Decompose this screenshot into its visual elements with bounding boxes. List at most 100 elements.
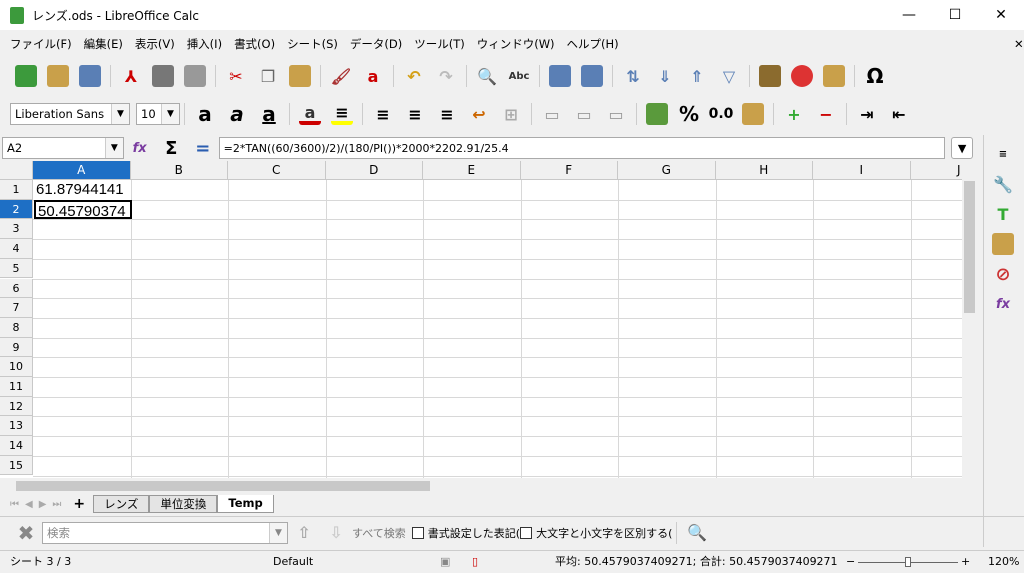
wrap-text-icon[interactable]: ↩ bbox=[468, 103, 490, 125]
formula-icon[interactable]: = bbox=[192, 137, 214, 159]
insert-chart-icon[interactable] bbox=[791, 65, 813, 87]
copy-icon[interactable]: ❐ bbox=[257, 65, 279, 87]
row-header-4[interactable]: 4 bbox=[0, 239, 33, 259]
print-preview-icon[interactable] bbox=[184, 65, 206, 87]
gallery-icon[interactable] bbox=[992, 233, 1014, 255]
currency-icon[interactable] bbox=[646, 103, 668, 125]
properties-icon[interactable]: 🔧 bbox=[992, 173, 1014, 195]
close-find-bar-icon[interactable]: ✖ bbox=[15, 521, 37, 545]
open-icon[interactable] bbox=[47, 65, 69, 87]
sort-ascending-icon[interactable]: ⇑ bbox=[686, 65, 708, 87]
align-center-icon[interactable]: ≡ bbox=[404, 103, 426, 125]
menu-data[interactable]: データ(D) bbox=[350, 36, 402, 52]
row-header-7[interactable]: 7 bbox=[0, 298, 33, 318]
row-header-9[interactable]: 9 bbox=[0, 337, 33, 358]
row-header-10[interactable]: 10 bbox=[0, 357, 33, 377]
sort-icon[interactable]: ⇅ bbox=[622, 65, 644, 87]
row-header-1[interactable]: 1 bbox=[0, 180, 33, 200]
add-decimal-icon[interactable]: + bbox=[783, 103, 805, 125]
align-top-icon[interactable]: ▭ bbox=[541, 103, 563, 125]
cut-icon[interactable]: ✂ bbox=[225, 65, 247, 87]
close-document-button[interactable]: ✕ bbox=[1014, 37, 1024, 51]
new-icon[interactable] bbox=[15, 65, 37, 87]
minimize-button[interactable]: — bbox=[886, 0, 932, 30]
bold-icon[interactable]: a bbox=[194, 102, 216, 126]
find-previous-icon[interactable]: ⇧ bbox=[293, 522, 315, 544]
column-header-D[interactable]: D bbox=[325, 161, 423, 180]
row-header-15[interactable]: 15 bbox=[0, 455, 33, 476]
name-box[interactable]: A2 ▼ bbox=[2, 137, 124, 159]
spelling-icon[interactable]: Abc bbox=[508, 65, 530, 87]
spreadsheet-grid[interactable]: A B C D E F G H I J 1 2 3 4 5 6 7 8 9 10 11 12 13 14 15 61.879441… bbox=[0, 161, 962, 478]
font-name-select[interactable]: Liberation Sans ▼ bbox=[10, 103, 130, 125]
row-header-5[interactable]: 5 bbox=[0, 258, 33, 279]
find-next-icon[interactable]: ⇩ bbox=[325, 522, 347, 544]
percent-icon[interactable]: % bbox=[678, 102, 700, 126]
font-size-select[interactable]: 10 ▼ bbox=[136, 103, 180, 125]
align-left-icon[interactable]: ≡ bbox=[372, 103, 394, 125]
paste-icon[interactable] bbox=[289, 65, 311, 87]
function-wizard-icon[interactable]: fx bbox=[129, 137, 151, 159]
print-icon[interactable] bbox=[152, 65, 174, 87]
formatted-display-checkbox[interactable] bbox=[411, 526, 424, 539]
menu-edit[interactable]: 編集(E) bbox=[84, 36, 123, 52]
match-case-checkbox[interactable] bbox=[520, 526, 533, 539]
add-sheet-button[interactable]: + bbox=[73, 496, 85, 512]
menu-window[interactable]: ウィンドウ(W) bbox=[477, 36, 555, 52]
save-icon[interactable] bbox=[79, 65, 101, 87]
menu-help[interactable]: ヘルプ(H) bbox=[567, 36, 619, 52]
navigator-icon[interactable]: ⊘ bbox=[992, 263, 1014, 285]
zoom-slider-handle[interactable] bbox=[905, 557, 911, 567]
merge-cells-icon[interactable]: ⊞ bbox=[500, 103, 522, 125]
find-all-button[interactable]: すべて検索 bbox=[352, 525, 406, 541]
horizontal-scrollbar[interactable] bbox=[0, 478, 962, 494]
clone-formatting-icon[interactable]: 🖌 bbox=[330, 65, 352, 87]
autofilter-icon[interactable]: ▽ bbox=[718, 65, 740, 87]
background-color-icon[interactable]: ≡ bbox=[331, 103, 353, 125]
functions-icon[interactable]: fx bbox=[992, 293, 1014, 315]
align-bottom-icon[interactable]: ▭ bbox=[605, 103, 627, 125]
find-replace-icon[interactable]: 🔍 bbox=[686, 522, 708, 544]
find-replace-icon[interactable]: 🔍 bbox=[476, 65, 498, 87]
sort-descending-icon[interactable]: ⇓ bbox=[654, 65, 676, 87]
sheet-tab-unit-conversion[interactable]: 単位変換 bbox=[149, 495, 218, 513]
row-header-8[interactable]: 8 bbox=[0, 317, 33, 338]
align-middle-icon[interactable]: ▭ bbox=[573, 103, 595, 125]
zoom-level[interactable]: 120% bbox=[988, 551, 1019, 573]
number-format-icon[interactable]: 0.0 bbox=[709, 103, 734, 125]
column-header-C[interactable]: C bbox=[228, 161, 326, 180]
column-header-F[interactable]: F bbox=[520, 161, 618, 180]
increase-indent-icon[interactable]: ⇥ bbox=[856, 103, 878, 125]
selection-mode-icon[interactable]: ▣ bbox=[440, 551, 450, 573]
styles-icon[interactable]: T bbox=[992, 203, 1014, 225]
column-header-J[interactable]: J bbox=[910, 161, 962, 180]
cell-A1[interactable]: 61.87944141 bbox=[34, 180, 124, 199]
row-header-2[interactable]: 2 bbox=[0, 199, 33, 220]
underline-icon[interactable]: a bbox=[258, 102, 280, 126]
column-header-I[interactable]: I bbox=[813, 161, 911, 180]
document-modified-icon[interactable]: ▯ bbox=[472, 551, 478, 573]
column-header-B[interactable]: B bbox=[130, 161, 228, 180]
sheet-tab-temp[interactable]: Temp bbox=[217, 495, 274, 513]
row-header-13[interactable]: 13 bbox=[0, 416, 33, 437]
zoom-out-button[interactable]: − bbox=[846, 551, 855, 573]
column-icon[interactable] bbox=[581, 65, 603, 87]
redo-icon[interactable]: ↷ bbox=[435, 65, 457, 87]
clear-formatting-icon[interactable]: a bbox=[362, 65, 384, 87]
row-icon[interactable] bbox=[549, 65, 571, 87]
row-header-12[interactable]: 12 bbox=[0, 396, 33, 417]
menu-insert[interactable]: 挿入(I) bbox=[187, 36, 222, 52]
special-character-icon[interactable]: Ω bbox=[864, 64, 886, 88]
undo-icon[interactable]: ↶ bbox=[403, 65, 425, 87]
column-header-G[interactable]: G bbox=[618, 161, 716, 180]
insert-image-icon[interactable] bbox=[759, 65, 781, 87]
menu-file[interactable]: ファイル(F) bbox=[10, 36, 72, 52]
sidebar-menu-icon[interactable]: ≡ bbox=[992, 143, 1014, 165]
italic-icon[interactable]: a bbox=[226, 102, 248, 126]
page-style[interactable]: Default bbox=[273, 551, 313, 573]
pivot-table-icon[interactable] bbox=[823, 65, 845, 87]
menu-format[interactable]: 書式(O) bbox=[234, 36, 275, 52]
menu-sheet[interactable]: シート(S) bbox=[287, 36, 338, 52]
delete-decimal-icon[interactable]: − bbox=[815, 103, 837, 125]
align-right-icon[interactable]: ≡ bbox=[436, 103, 458, 125]
